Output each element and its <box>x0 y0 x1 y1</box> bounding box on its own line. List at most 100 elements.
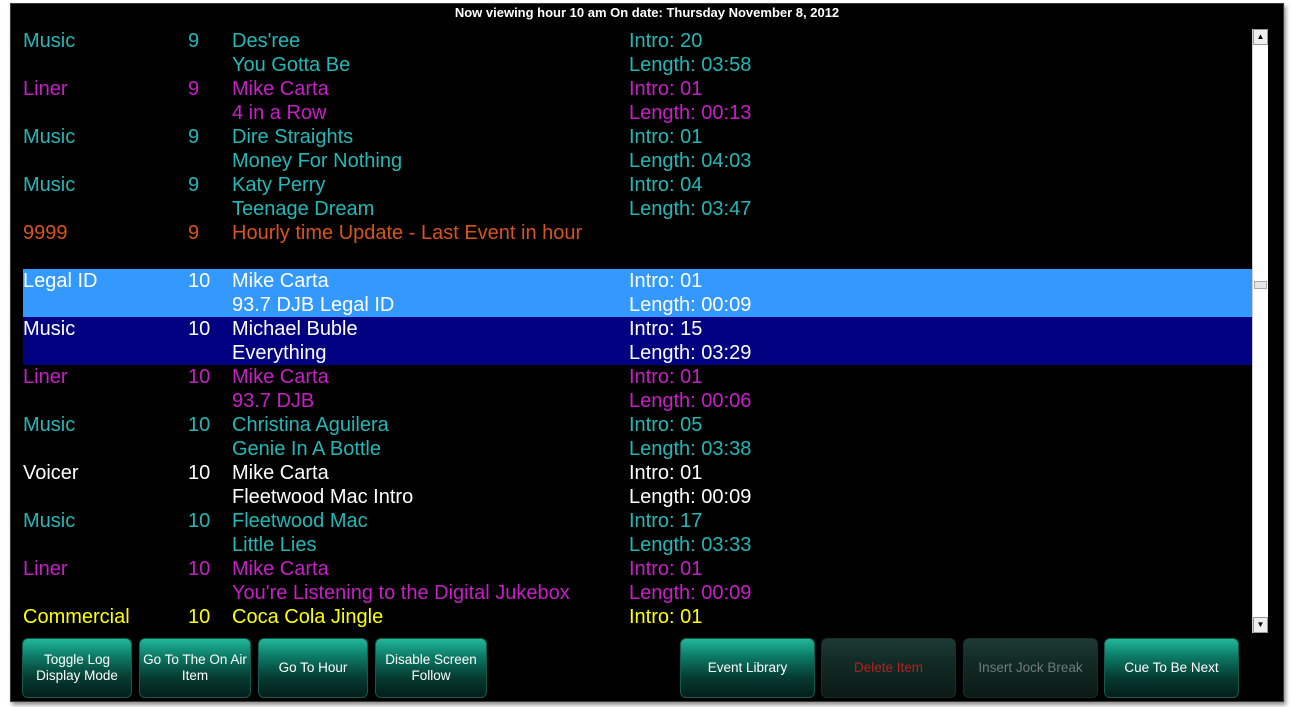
event-length: Length: 03:58 <box>629 54 752 76</box>
event-length: Length: 00:06 <box>629 390 752 412</box>
event-artist: Mike Carta <box>232 462 329 484</box>
log-event-on-air[interactable]: Music 10 Michael Buble Everything Intro:… <box>23 317 1252 365</box>
event-type: Music <box>23 30 76 52</box>
go-to-hour-button[interactable]: Go To Hour <box>258 638 368 698</box>
log-list[interactable]: Music 9 Des'ree You Gotta Be Intro: 20 L… <box>23 29 1252 633</box>
toggle-log-display-mode-button[interactable]: Toggle Log Display Mode <box>22 638 132 698</box>
event-type: Liner <box>23 78 68 100</box>
event-intro: Intro: 20 <box>629 30 703 52</box>
event-type: Liner <box>23 558 68 580</box>
log-event[interactable]: Music 9 Katy Perry Teenage Dream Intro: … <box>23 173 1252 221</box>
event-hour: 10 <box>188 414 211 436</box>
event-type: Music <box>23 510 76 532</box>
event-artist: Mike Carta <box>232 366 329 388</box>
event-type: Legal ID <box>23 270 98 292</box>
event-hour: 10 <box>188 462 211 484</box>
button-label: Cue To Be Next <box>1124 660 1219 675</box>
event-length: Length: 00:09 <box>629 294 752 316</box>
log-window: Now viewing hour 10 am On date: Thursday… <box>10 3 1284 702</box>
event-artist: Christina Aguilera <box>232 414 389 436</box>
button-label: Event Library <box>707 660 788 675</box>
event-title: 93.7 DJB Legal ID <box>232 294 395 316</box>
event-title: 4 in a Row <box>232 102 327 124</box>
log-event[interactable]: Commercial 10 Coca Cola Jingle Intro: 01 <box>23 605 1252 633</box>
event-type: Music <box>23 414 76 436</box>
insert-jock-break-button[interactable]: Insert Jock Break <box>963 638 1098 698</box>
event-intro: Intro: 01 <box>629 366 703 388</box>
event-artist: Hourly time Update - Last Event in hour <box>232 222 583 244</box>
event-hour: 10 <box>188 558 211 580</box>
event-hour: 10 <box>188 366 211 388</box>
cue-to-be-next-button[interactable]: Cue To Be Next <box>1104 638 1239 698</box>
event-type: Music <box>23 126 76 148</box>
event-artist: Katy Perry <box>232 174 326 196</box>
event-length: Length: 03:47 <box>629 198 752 220</box>
event-length: Length: 03:38 <box>629 438 752 460</box>
event-hour: 10 <box>188 270 211 292</box>
event-length: Length: 00:09 <box>629 486 752 508</box>
button-label: Insert Jock Break <box>978 660 1083 675</box>
log-event[interactable]: Music 10 Fleetwood Mac Little Lies Intro… <box>23 509 1252 557</box>
event-title: You're Listening to the Digital Jukebox <box>232 582 570 604</box>
event-title: 93.7 DJB <box>232 390 315 412</box>
event-artist: Des'ree <box>232 30 301 52</box>
event-length: Length: 04:03 <box>629 150 752 172</box>
log-event[interactable]: Voicer 10 Mike Carta Fleetwood Mac Intro… <box>23 461 1252 509</box>
event-artist: Mike Carta <box>232 78 329 100</box>
event-title: Fleetwood Mac Intro <box>232 486 414 508</box>
event-type: 9999 <box>23 222 68 244</box>
event-hour: 10 <box>188 606 211 628</box>
log-event-selected[interactable]: Legal ID 10 Mike Carta 93.7 DJB Legal ID… <box>23 269 1252 317</box>
event-length: Length: 00:09 <box>629 582 752 604</box>
event-hour: 10 <box>188 318 211 340</box>
log-event-top-of-hour[interactable]: 9999 9 Hourly time Update - Last Event i… <box>23 221 1252 269</box>
event-intro: Intro: 05 <box>629 414 703 436</box>
scroll-thumb[interactable] <box>1254 281 1267 289</box>
event-length: Length: 03:33 <box>629 534 752 556</box>
disable-screen-follow-button[interactable]: Disable Screen Follow <box>375 638 487 698</box>
page-title: Now viewing hour 10 am On date: Thursday… <box>454 5 840 20</box>
event-hour: 9 <box>188 78 200 100</box>
event-intro: Intro: 15 <box>629 318 703 340</box>
button-label: Disable Screen Follow <box>385 652 477 683</box>
event-intro: Intro: 01 <box>629 462 703 484</box>
button-label: Go To Hour <box>278 660 348 675</box>
go-to-on-air-item-button[interactable]: Go To The On Air Item <box>139 638 251 698</box>
delete-item-button[interactable]: Delete Item <box>821 638 956 698</box>
button-label: Toggle Log Display Mode <box>36 652 118 683</box>
log-event[interactable]: Liner 10 Mike Carta 93.7 DJB Intro: 01 L… <box>23 365 1252 413</box>
event-title: Money For Nothing <box>232 150 403 172</box>
log-event[interactable]: Music 9 Des'ree You Gotta Be Intro: 20 L… <box>23 29 1252 77</box>
event-length: Length: 03:29 <box>629 342 752 364</box>
event-title: Little Lies <box>232 534 317 556</box>
log-event[interactable]: Liner 10 Mike Carta You're Listening to … <box>23 557 1252 605</box>
event-intro: Intro: 01 <box>629 126 703 148</box>
log-scrollbar[interactable]: ▲ ▼ <box>1252 29 1268 633</box>
event-artist: Mike Carta <box>232 270 329 292</box>
log-event[interactable]: Music 10 Christina Aguilera Genie In A B… <box>23 413 1252 461</box>
event-hour: 9 <box>188 174 200 196</box>
event-intro: Intro: 17 <box>629 510 703 532</box>
event-type: Commercial <box>23 606 130 628</box>
event-title: Everything <box>232 342 327 364</box>
log-event[interactable]: Liner 9 Mike Carta 4 in a Row Intro: 01 … <box>23 77 1252 125</box>
event-intro: Intro: 01 <box>629 78 703 100</box>
event-library-button[interactable]: Event Library <box>680 638 815 698</box>
event-title: Teenage Dream <box>232 198 375 220</box>
log-event[interactable]: Music 9 Dire Straights Money For Nothing… <box>23 125 1252 173</box>
event-type: Music <box>23 174 76 196</box>
event-hour: 9 <box>188 126 200 148</box>
scroll-up-arrow-icon[interactable]: ▲ <box>1253 29 1268 45</box>
scroll-down-arrow-icon[interactable]: ▼ <box>1253 617 1268 633</box>
event-hour: 9 <box>188 222 200 244</box>
button-label: Delete Item <box>853 660 924 675</box>
event-type: Voicer <box>23 462 79 484</box>
event-hour: 10 <box>188 510 211 532</box>
event-intro: Intro: 04 <box>629 174 703 196</box>
event-intro: Intro: 01 <box>629 606 703 628</box>
event-artist: Coca Cola Jingle <box>232 606 384 628</box>
event-length: Length: 00:13 <box>629 102 752 124</box>
event-intro: Intro: 01 <box>629 558 703 580</box>
event-artist: Michael Buble <box>232 318 358 340</box>
button-label: Go To The On Air Item <box>143 652 247 683</box>
